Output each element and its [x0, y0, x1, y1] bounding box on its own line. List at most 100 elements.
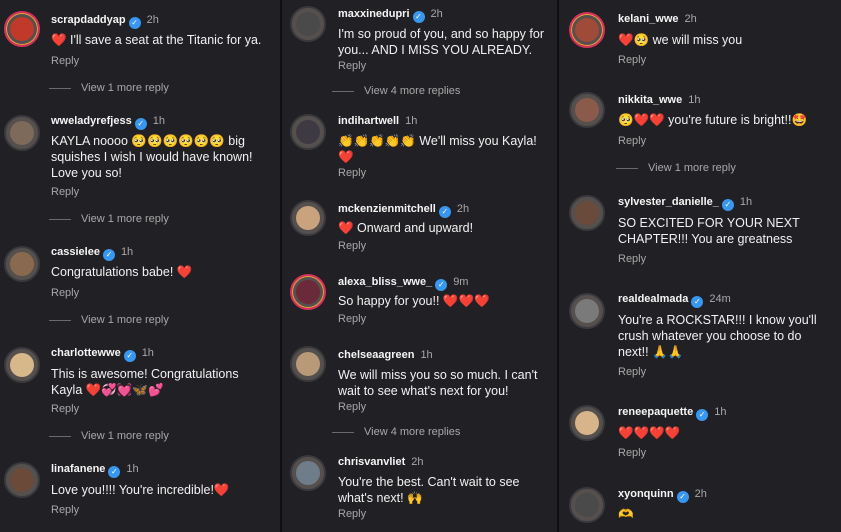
verified-badge-icon: ✓ [676, 491, 689, 503]
reply-button[interactable]: Reply [338, 240, 366, 252]
avatar-image [575, 299, 599, 323]
avatar[interactable] [290, 114, 326, 150]
username[interactable]: cassielee [51, 246, 100, 258]
username[interactable]: realdealmada [618, 293, 688, 305]
verified-badge-icon: ✓ [102, 249, 115, 261]
avatar[interactable] [290, 455, 326, 491]
verified-badge-icon: ✓ [123, 350, 136, 362]
reply-button[interactable]: Reply [618, 135, 646, 147]
verified-badge-icon: ✓ [691, 296, 704, 308]
comment-text: This is awesome! Congratulations Kayla ❤… [51, 367, 239, 397]
avatar[interactable] [290, 274, 326, 310]
view-more-replies-link[interactable]: View 1 more reply [616, 162, 736, 174]
reply-button[interactable]: Reply [338, 313, 366, 325]
timestamp: 1h [126, 463, 139, 475]
avatar[interactable] [4, 115, 40, 151]
view-more-replies-link[interactable]: View 4 more replies [332, 85, 460, 97]
timestamp: 2h [146, 14, 159, 26]
comment-text: SO EXCITED FOR YOUR NEXT CHAPTER!!! You … [618, 216, 800, 246]
reply-button[interactable]: Reply [338, 508, 366, 520]
avatar[interactable] [290, 6, 326, 42]
username[interactable]: chrisvanvliet [338, 456, 405, 468]
reply-button[interactable]: Reply [51, 186, 79, 198]
reply-button[interactable]: Reply [618, 54, 646, 66]
username[interactable]: maxxinedupri [338, 8, 410, 20]
view-more-replies-link[interactable]: View 4 more replies [332, 426, 460, 438]
verified-badge-icon: ✓ [108, 466, 121, 478]
timestamp: 2h [411, 456, 424, 468]
username[interactable]: mckenzienmitchell [338, 203, 436, 215]
avatar-image [296, 461, 320, 485]
avatar[interactable] [569, 405, 605, 441]
verified-badge-icon: ✓ [128, 17, 141, 29]
username[interactable]: chelseaagreen [338, 349, 414, 361]
avatar[interactable] [4, 347, 40, 383]
username[interactable]: reneepaquette [618, 406, 693, 418]
avatar[interactable] [4, 246, 40, 282]
avatar-image [296, 352, 320, 376]
username[interactable]: kelani_wwe [618, 13, 679, 25]
comment-text: 🥺❤️❤️ you're future is bright!!🤩 [618, 113, 808, 127]
comment-text: We will miss you so so much. I can't wai… [338, 368, 538, 398]
comment-text: 🫶 [618, 507, 634, 521]
view-more-replies-link[interactable]: View 1 more reply [49, 314, 169, 326]
avatar-image [575, 411, 599, 435]
avatar[interactable] [290, 200, 326, 236]
username[interactable]: nikkita_wwe [618, 94, 682, 106]
username[interactable]: xyonquinn [618, 488, 674, 500]
reply-button[interactable]: Reply [618, 447, 646, 459]
verified-badge-icon: ✓ [134, 118, 147, 130]
comment-text: You're the best. Can't wait to see what'… [338, 475, 520, 505]
username[interactable]: charlottewwe [51, 347, 121, 359]
comment-text: Congratulations babe! ❤️ [51, 265, 193, 279]
avatar[interactable] [569, 487, 605, 523]
avatar-image [296, 12, 320, 36]
avatar-image [10, 468, 34, 492]
timestamp: 2h [456, 203, 470, 215]
username[interactable]: linafanene [51, 463, 105, 475]
verified-badge-icon: ✓ [435, 279, 448, 291]
reply-button[interactable]: Reply [51, 403, 79, 415]
avatar[interactable] [569, 195, 605, 231]
avatar[interactable] [569, 92, 605, 128]
avatar[interactable] [569, 12, 605, 48]
reply-button[interactable]: Reply [618, 366, 646, 378]
comments-column-1: scrapdaddyap ✓ 2h ❤️ I'll save a seat at t… [0, 0, 279, 532]
view-more-replies-link[interactable]: View 1 more reply [49, 213, 169, 225]
reply-button[interactable]: Reply [338, 167, 366, 179]
comment-text: KAYLA noooo 🥺🥺🥺🥺🥺🥺 big squishes I wish I… [51, 134, 253, 180]
reply-button[interactable]: Reply [338, 401, 366, 413]
username[interactable]: sylvester_danielle_ [618, 196, 719, 208]
timestamp: 1h [152, 115, 165, 127]
timestamp: 1h [120, 246, 134, 258]
avatar-image [575, 493, 599, 517]
reply-button[interactable]: Reply [51, 55, 79, 67]
timestamp: 1h [420, 349, 433, 361]
avatar-image [296, 280, 320, 304]
verified-badge-icon: ✓ [696, 409, 709, 421]
comment-text: ❤️🥺 we will miss you [618, 33, 743, 47]
timestamp: 9m [453, 276, 469, 288]
comment-text: 👏👏👏👏👏 We'll miss you Kayla! ❤️ [338, 134, 537, 164]
avatar[interactable] [569, 293, 605, 329]
reply-button[interactable]: Reply [51, 287, 79, 299]
reply-button[interactable]: Reply [618, 253, 646, 265]
timestamp: 1h [714, 406, 727, 418]
avatar[interactable] [4, 462, 40, 498]
avatar[interactable] [290, 346, 326, 382]
comment-text: I'm so proud of you, and so happy for yo… [338, 27, 544, 57]
username[interactable]: scrapdaddyap [51, 14, 126, 26]
timestamp: 24m [709, 293, 731, 305]
view-more-replies-link[interactable]: View 1 more reply [49, 430, 169, 442]
reply-button[interactable]: Reply [338, 60, 366, 72]
comment-text: Love you!!!! You're incredible!❤️ [51, 483, 230, 497]
username[interactable]: indihartwell [338, 115, 399, 127]
username[interactable]: alexa_bliss_wwe_ [338, 276, 432, 288]
comment-text: You're a ROCKSTAR!!! I know you'll crush… [618, 313, 817, 359]
avatar-image [10, 17, 34, 41]
username[interactable]: wweladyrefjess [51, 115, 132, 127]
avatar[interactable] [4, 11, 40, 47]
view-more-replies-link[interactable]: View 1 more reply [49, 82, 169, 94]
timestamp: 1h [739, 196, 753, 208]
reply-button[interactable]: Reply [51, 504, 79, 516]
